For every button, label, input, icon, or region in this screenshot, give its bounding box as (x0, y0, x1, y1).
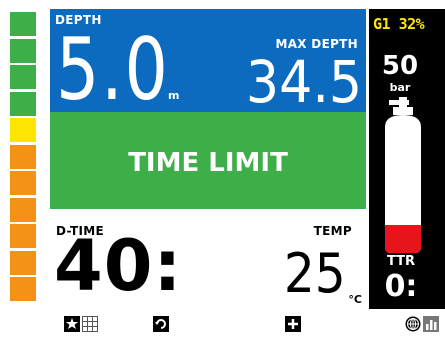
ascent-rate-segment (10, 171, 36, 195)
temperature-unit: °C (348, 293, 362, 306)
ascent-rate-segment (10, 197, 36, 222)
globe-icon[interactable] (405, 316, 421, 332)
temperature-label: TEMP (313, 224, 352, 238)
tank-icon (385, 97, 421, 253)
tank-pressure-unit: bar (389, 81, 411, 94)
dive-time-value: 40: (54, 225, 183, 307)
ttr-value: 0: (384, 269, 418, 304)
ascent-rate-segment (10, 250, 36, 275)
depth-value: 5.0 (56, 20, 170, 120)
ascent-rate-segment (10, 91, 36, 116)
ascent-rate-segment (10, 277, 36, 301)
rotate-icon[interactable] (153, 316, 169, 332)
depth-panel: DEPTH 5.0 m MAX DEPTH 34.5 (50, 9, 366, 120)
temperature-value: 25 (284, 242, 346, 305)
depth-unit: m (168, 89, 180, 102)
ttr-label: TTR (386, 254, 416, 269)
tank-pressure-value: 50 (381, 51, 419, 81)
bottom-button-bar (0, 309, 445, 338)
light-icon[interactable] (64, 316, 80, 332)
time-temp-panel: D-TIME 40: TEMP 25 °C (50, 209, 366, 309)
ascent-rate-segment (10, 144, 36, 169)
gas-mix-label: G1 32% (373, 15, 425, 33)
max-depth-value: 34.5 (245, 48, 362, 116)
alert-text: TIME LIMIT (128, 148, 288, 178)
ascent-rate-segment (10, 118, 36, 142)
grid-icon[interactable] (82, 316, 98, 332)
ascent-rate-segment (10, 38, 36, 63)
plus-icon[interactable] (285, 316, 301, 332)
gas-panel: G1 32% 50 bar TTR 0: (369, 9, 445, 309)
ascent-rate-segment (10, 65, 36, 89)
bar-chart-icon[interactable] (423, 316, 439, 332)
ascent-rate-segment (10, 224, 36, 248)
ascent-rate-segment (10, 12, 36, 36)
time-limit-alert: TIME LIMIT (50, 112, 366, 209)
